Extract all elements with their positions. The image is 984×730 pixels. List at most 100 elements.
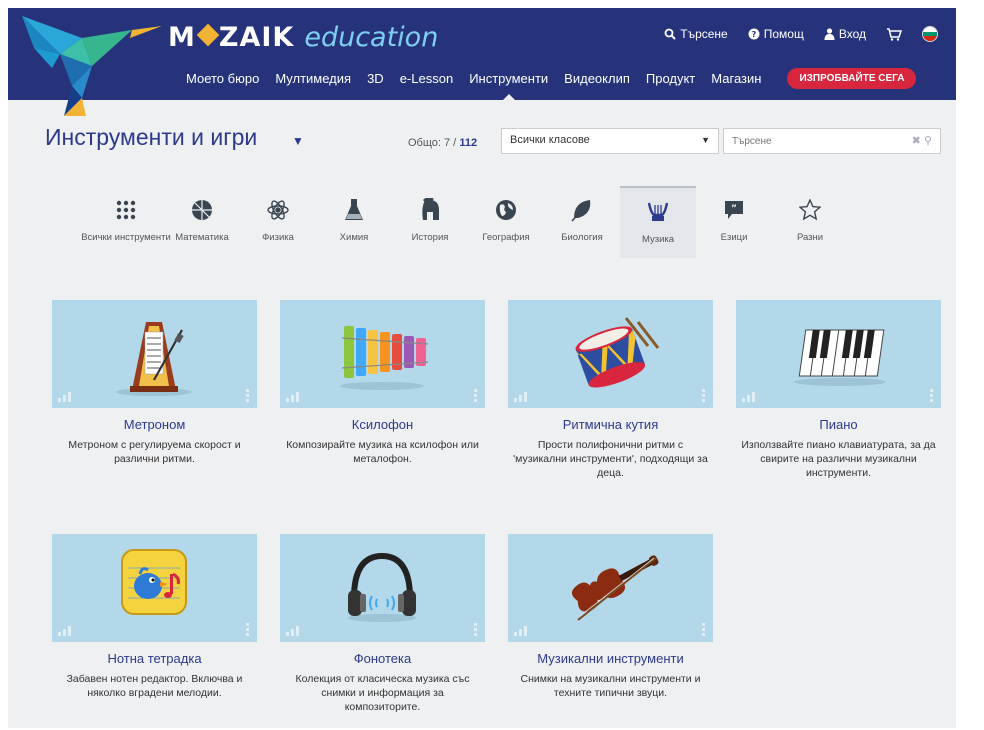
difficulty-bars-icon: [742, 392, 755, 402]
user-icon: [824, 28, 835, 40]
more-options-icon[interactable]: [246, 389, 249, 402]
category-biology[interactable]: Биология: [544, 186, 620, 258]
nav-multimedia[interactable]: Мултимедия: [267, 71, 359, 86]
try-now-button[interactable]: ИЗПРОБВАЙТЕ СЕГА: [787, 68, 917, 89]
nav-video[interactable]: Видеоклип: [556, 71, 638, 86]
category-history[interactable]: История: [392, 186, 468, 258]
grade-select[interactable]: Всички класове ▼: [501, 128, 719, 154]
difficulty-bars-icon: [514, 626, 527, 636]
card-thumbnail[interactable]: [736, 300, 941, 408]
category-languages[interactable]: ” Езици: [696, 186, 772, 258]
nav-3d[interactable]: 3D: [359, 71, 392, 86]
drum-icon: [575, 317, 660, 388]
flask-icon: [340, 196, 368, 224]
more-options-icon[interactable]: [474, 623, 477, 636]
card-thumbnail[interactable]: [280, 534, 485, 642]
search-icon[interactable]: ⚲: [924, 135, 932, 147]
card-description: Композирайте музика на ксилофон или мета…: [286, 439, 479, 465]
page-title[interactable]: Инструменти и игри: [45, 124, 257, 151]
xylophone-icon: [340, 326, 429, 390]
tool-card-metronome[interactable]: Метроном Метроном с регулируема скорост …: [52, 300, 257, 466]
category-label: Разни: [796, 232, 824, 243]
clear-icon[interactable]: ✖: [912, 135, 921, 147]
globe-icon: [492, 196, 520, 224]
leaf-icon: [568, 196, 596, 224]
card-title[interactable]: Ксилофон: [280, 417, 485, 432]
nav-shop[interactable]: Магазин: [703, 71, 769, 86]
category-label: Математика: [175, 232, 229, 243]
category-geography[interactable]: География: [468, 186, 544, 258]
tool-card-phonotheque[interactable]: Фонотека Колекция от класическа музика с…: [280, 534, 485, 714]
search-input[interactable]: [724, 129, 884, 153]
category-label: Биология: [561, 232, 603, 243]
category-math[interactable]: Математика: [164, 186, 240, 258]
card-thumbnail[interactable]: [280, 300, 485, 408]
title-dropdown-caret-icon[interactable]: ▼: [292, 134, 304, 148]
tool-card-musical-instruments[interactable]: Музикални инструменти Снимки на музикалн…: [508, 534, 713, 700]
category-label: Физика: [262, 232, 294, 243]
category-physics[interactable]: Физика: [240, 186, 316, 258]
total-count: Общо: 7 / 112: [408, 137, 477, 149]
category-label: Музика: [641, 234, 675, 245]
card-thumbnail[interactable]: [52, 300, 257, 408]
card-description: Колекция от класическа музика със снимки…: [295, 673, 470, 713]
piano-icon: [794, 329, 886, 386]
nav-my-desk[interactable]: Моето бюро: [178, 71, 267, 86]
category-misc[interactable]: Разни: [772, 186, 848, 258]
card-description: Прости полифонични ритми с 'музикални ин…: [513, 439, 708, 479]
tool-card-rhythm-box[interactable]: Ритмична кутия Прости полифонични ритми …: [508, 300, 713, 480]
card-description: Забавен нотен редактор. Включва и няколк…: [66, 673, 243, 699]
card-title[interactable]: Нотна тетрадка: [52, 651, 257, 666]
cart-link[interactable]: [886, 27, 902, 41]
logo-brand-m: M: [168, 22, 196, 53]
category-music[interactable]: Музика: [620, 186, 696, 258]
help-link[interactable]: ? Помощ: [748, 27, 804, 41]
tool-card-music-notebook[interactable]: Нотна тетрадка Забавен нотен редактор. В…: [52, 534, 257, 700]
tool-card-xylophone[interactable]: Ксилофон Композирайте музика на ксилофон…: [280, 300, 485, 466]
more-options-icon[interactable]: [246, 623, 249, 636]
card-thumbnail[interactable]: [508, 534, 713, 642]
more-options-icon[interactable]: [702, 623, 705, 636]
star-icon: [796, 196, 824, 224]
card-description: Снимки на музикални инструменти и технит…: [520, 673, 701, 699]
card-title[interactable]: Музикални инструменти: [508, 651, 713, 666]
more-options-icon[interactable]: [930, 389, 933, 402]
card-thumbnail[interactable]: [508, 300, 713, 408]
nav-elesson[interactable]: e-Lesson: [392, 71, 461, 86]
chevron-down-icon: ▼: [701, 135, 710, 145]
svg-text:”: ”: [731, 204, 737, 214]
main-nav: Моето бюро Мултимедия 3D e-Lesson Инстру…: [178, 68, 917, 102]
category-label: Химия: [339, 232, 369, 243]
search-box[interactable]: ✖ ⚲: [723, 128, 941, 154]
category-chemistry[interactable]: Химия: [316, 186, 392, 258]
card-title[interactable]: Фонотека: [280, 651, 485, 666]
category-bar: Всички инструменти Математика Физика Хим…: [81, 186, 848, 258]
bulgarian-flag-icon[interactable]: [922, 26, 938, 42]
total-count-label: Общо: 7 /: [408, 137, 457, 149]
page: M ZAIK education Търсене ? Помощ Вход Мо…: [8, 8, 956, 728]
login-link[interactable]: Вход: [824, 27, 866, 41]
headphones-icon: [348, 552, 416, 622]
tool-card-piano[interactable]: Пиано Използвайте пиано клавиатурата, за…: [736, 300, 941, 480]
violin-icon: [571, 555, 659, 621]
more-options-icon[interactable]: [474, 389, 477, 402]
card-title[interactable]: Пиано: [736, 417, 941, 432]
atom-icon: [264, 196, 292, 224]
card-title[interactable]: Метроном: [52, 417, 257, 432]
card-description: Метроном с регулируема скорост и различн…: [68, 439, 241, 465]
card-thumbnail[interactable]: [52, 534, 257, 642]
top-links: Търсене ? Помощ Вход: [664, 26, 938, 42]
category-label: Всички инструменти: [81, 232, 171, 243]
difficulty-bars-icon: [286, 626, 299, 636]
category-all[interactable]: Всички инструменти: [81, 186, 171, 258]
help-link-label: Помощ: [763, 27, 804, 41]
search-link[interactable]: Търсене: [664, 27, 728, 41]
logo-education: education: [304, 22, 439, 53]
card-description: Използвайте пиано клавиатурата, за да св…: [741, 439, 936, 479]
mozaik-logo[interactable]: M ZAIK education: [168, 22, 438, 56]
nav-tools[interactable]: Инструменти: [461, 71, 556, 102]
nav-product[interactable]: Продукт: [638, 71, 703, 86]
helmet-icon: [416, 196, 444, 224]
card-title[interactable]: Ритмична кутия: [508, 417, 713, 432]
more-options-icon[interactable]: [702, 389, 705, 402]
